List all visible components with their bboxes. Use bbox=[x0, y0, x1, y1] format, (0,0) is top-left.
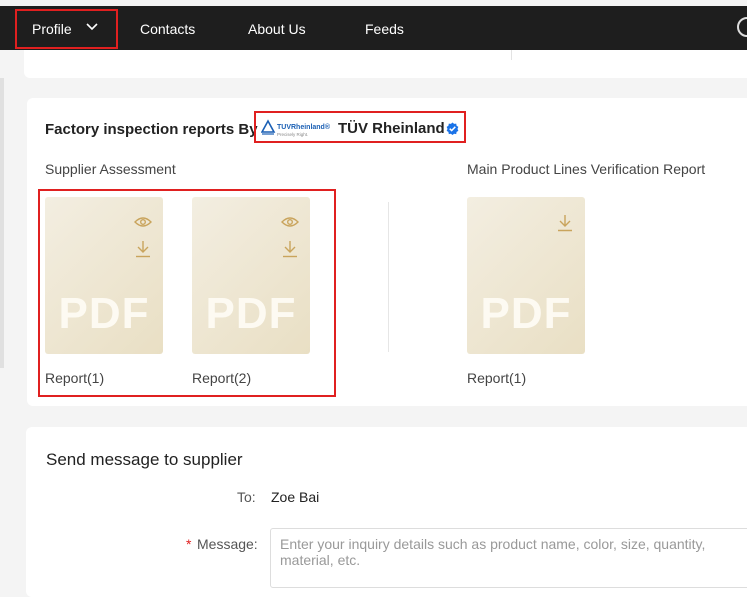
required-mark: * bbox=[186, 536, 192, 552]
highlight-box-certifier bbox=[254, 111, 466, 143]
nav-item-about-us[interactable]: About Us bbox=[248, 21, 306, 37]
section-divider bbox=[388, 202, 389, 352]
recipient-name: Zoe Bai bbox=[271, 489, 320, 505]
section-label-product-lines: Main Product Lines Verification Report bbox=[467, 161, 706, 177]
stats-divider bbox=[511, 50, 512, 60]
highlight-box-supplier-assessment bbox=[38, 189, 336, 397]
message-input[interactable] bbox=[270, 528, 747, 588]
highlight-box-profile bbox=[15, 9, 118, 49]
send-message-title: Send message to supplier bbox=[46, 450, 243, 469]
pdf-report-card[interactable]: PDF bbox=[467, 197, 585, 354]
report-link-product-lines[interactable]: Report(1) bbox=[467, 370, 526, 386]
inspection-reports-title: Factory inspection reports By bbox=[45, 121, 258, 138]
pdf-label: PDF bbox=[480, 289, 572, 338]
download-icon[interactable] bbox=[557, 214, 573, 232]
account-icon[interactable] bbox=[737, 17, 747, 37]
to-label: To: bbox=[237, 489, 256, 505]
left-panel-edge bbox=[0, 78, 4, 368]
nav-item-contacts[interactable]: Contacts bbox=[140, 21, 195, 37]
message-label: Message: bbox=[197, 536, 258, 552]
section-label-supplier-assessment: Supplier Assessment bbox=[45, 161, 176, 177]
company-stats-card bbox=[24, 50, 747, 78]
nav-item-feeds[interactable]: Feeds bbox=[365, 21, 404, 37]
